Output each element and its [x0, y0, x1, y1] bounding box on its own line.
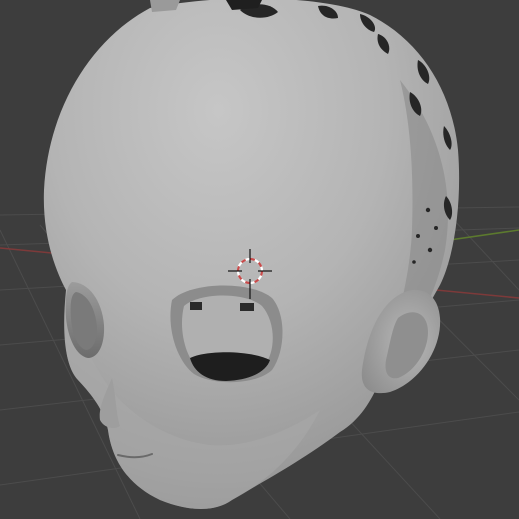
3d-viewport[interactable] — [0, 0, 519, 519]
viewport-canvas[interactable] — [0, 0, 519, 519]
socket-peg-right — [240, 303, 254, 311]
socket-peg-left — [190, 302, 202, 310]
